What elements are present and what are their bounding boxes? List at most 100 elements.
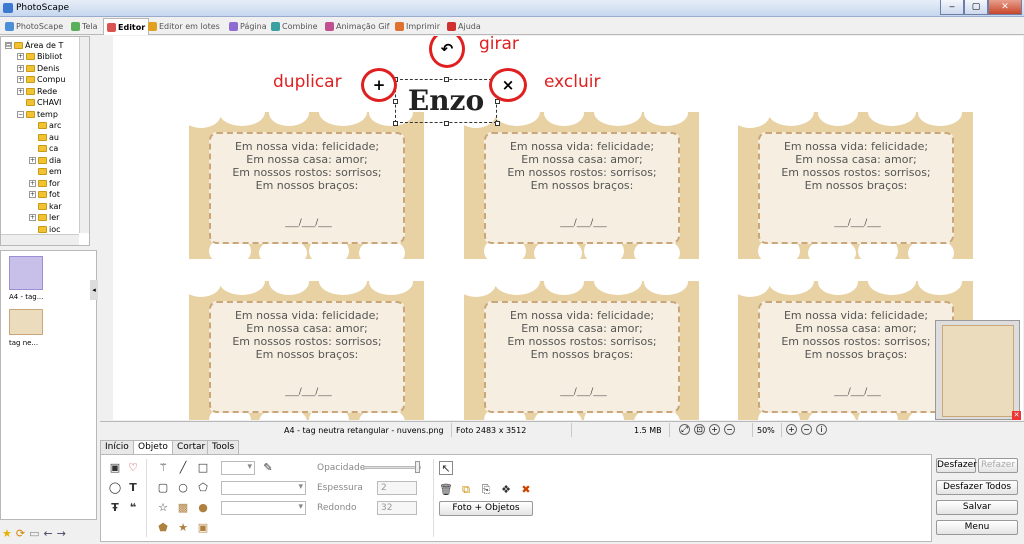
- filled-pentagon-icon[interactable]: ⬟: [156, 521, 170, 535]
- tab-inicio[interactable]: Início: [100, 440, 134, 454]
- redo-button[interactable]: Refazer: [978, 458, 1018, 473]
- navigator-close-icon[interactable]: ✕: [1012, 411, 1021, 420]
- tree-node[interactable]: + ler: [29, 212, 59, 224]
- thumbnail-2[interactable]: [9, 309, 43, 335]
- thumbnail-1[interactable]: [9, 256, 43, 290]
- folder-refresh-icon[interactable]: ⟳: [16, 527, 25, 540]
- expand-toggle-icon[interactable]: +: [17, 76, 24, 83]
- tree-node[interactable]: em: [29, 166, 62, 178]
- remove-all-icon[interactable]: ✖: [519, 483, 533, 497]
- star-icon[interactable]: ★: [2, 527, 12, 540]
- resize-handle[interactable]: [393, 99, 398, 104]
- zoom-out-button-icon[interactable]: −: [801, 424, 812, 435]
- duplicate-icon[interactable]: +: [364, 71, 394, 99]
- bring-front-icon[interactable]: ⧉: [459, 483, 473, 497]
- expand-toggle-icon[interactable]: +: [17, 64, 24, 72]
- minimize-button[interactable]: ‒: [940, 0, 964, 15]
- tab-tela[interactable]: Tela: [68, 18, 101, 35]
- resize-handle[interactable]: [444, 77, 449, 82]
- rotate-icon-highlight[interactable]: ↶: [429, 36, 465, 68]
- tree-node[interactable]: ⊟ Área de T: [5, 39, 63, 51]
- delete-object-icon[interactable]: 🗑: [439, 483, 453, 497]
- tab-p-gina[interactable]: Página: [226, 18, 270, 35]
- tree-node[interactable]: ioc: [29, 223, 61, 235]
- opacity-slider[interactable]: [363, 466, 421, 469]
- folder-open-icon[interactable]: ▭: [29, 527, 39, 540]
- duplicate-object-icon[interactable]: ⎘: [479, 483, 493, 497]
- tab-objeto[interactable]: Objeto: [133, 440, 173, 454]
- zoom-out-icon[interactable]: −: [724, 424, 735, 435]
- tree-vertical-scrollbar[interactable]: [79, 37, 89, 233]
- quote-icon[interactable]: ❝: [126, 501, 140, 515]
- line-style-dropdown[interactable]: [221, 501, 306, 515]
- line-icon[interactable]: ╱: [176, 461, 190, 475]
- expand-toggle-icon[interactable]: +: [29, 191, 36, 198]
- name-text[interactable]: Enzo: [396, 84, 496, 117]
- photo-object-icon[interactable]: ▣: [108, 461, 122, 475]
- select-arrow-icon[interactable]: ↖: [439, 461, 453, 475]
- tree-node[interactable]: + dia: [29, 154, 61, 166]
- delete-icon[interactable]: ×: [492, 71, 524, 99]
- tree-node[interactable]: + fot: [29, 189, 60, 201]
- navigator-thumbnail[interactable]: [935, 320, 1020, 420]
- rounded-rect-icon[interactable]: ▢: [156, 481, 170, 495]
- group-object-icon[interactable]: ❖: [499, 483, 513, 497]
- tab-cortar[interactable]: Cortar: [172, 440, 211, 454]
- zoom-in-icon[interactable]: +: [709, 424, 720, 435]
- tab-imprimir[interactable]: Imprimir: [392, 18, 443, 35]
- expand-toggle-icon[interactable]: +: [17, 87, 24, 95]
- delete-icon-highlight[interactable]: ×: [489, 68, 527, 102]
- rectangle-icon[interactable]: □: [196, 461, 210, 475]
- expand-toggle-icon[interactable]: +: [29, 156, 36, 164]
- maximize-button[interactable]: ▢: [964, 0, 988, 15]
- magic-wand-icon[interactable]: ⚚: [156, 461, 170, 475]
- close-button[interactable]: ✕: [988, 0, 1022, 15]
- tab-anima-o-gif[interactable]: Animação Gif: [322, 18, 392, 35]
- editor-canvas[interactable]: Em nossa vida: felicidade; Em nossa casa:…: [113, 36, 1023, 420]
- text-style-icon[interactable]: Ŧ: [108, 501, 122, 515]
- resize-handle[interactable]: [393, 121, 398, 126]
- expand-toggle-icon[interactable]: −: [17, 110, 24, 118]
- tab-editor[interactable]: Editor: [103, 18, 150, 35]
- save-button[interactable]: Salvar: [936, 500, 1018, 515]
- tree-node[interactable]: + for: [29, 177, 60, 189]
- folder-tree[interactable]: ⊟ Área de T + Bibliot + Denis + Compu + Rede CHAVI…: [0, 36, 90, 246]
- expand-toggle-icon[interactable]: +: [29, 179, 36, 187]
- zoom-actual-icon[interactable]: ⊡: [694, 424, 705, 435]
- tree-horizontal-scrollbar[interactable]: [1, 234, 79, 245]
- opacity-slider-thumb[interactable]: [415, 461, 420, 473]
- tree-node[interactable]: + Denis: [17, 62, 60, 74]
- tab-tools[interactable]: Tools: [207, 440, 240, 454]
- tab-editor-em-lotes[interactable]: Editor em lotes: [145, 18, 223, 35]
- tree-node[interactable]: ca: [29, 143, 58, 155]
- menu-button[interactable]: Menu: [936, 520, 1018, 535]
- thickness-spinner[interactable]: 2: [377, 481, 417, 495]
- style-dropdown[interactable]: [221, 481, 306, 495]
- info-icon[interactable]: i: [816, 424, 827, 435]
- back-arrow-icon[interactable]: ←: [44, 527, 53, 540]
- tab-combine[interactable]: Combine: [268, 18, 321, 35]
- star-shape-icon[interactable]: ☆: [156, 501, 170, 515]
- filled-rect-icon[interactable]: ▩: [176, 501, 190, 515]
- photo-objects-button[interactable]: Foto + Objetos: [439, 501, 533, 516]
- tree-node[interactable]: arc: [29, 120, 61, 132]
- text-icon[interactable]: T: [126, 481, 140, 495]
- pentagon-icon[interactable]: ⬠: [196, 481, 210, 495]
- icon-object-icon[interactable]: ♡: [126, 461, 140, 475]
- tree-node[interactable]: + Rede: [17, 85, 57, 97]
- rotate-icon[interactable]: ↶: [432, 36, 462, 65]
- tree-node[interactable]: au: [29, 131, 59, 143]
- tree-node[interactable]: kar: [29, 200, 62, 212]
- forward-arrow-icon[interactable]: →: [57, 527, 66, 540]
- resize-handle[interactable]: [495, 121, 500, 126]
- expand-toggle-icon[interactable]: +: [29, 214, 36, 221]
- zoom-in-button-icon[interactable]: +: [786, 424, 797, 435]
- filled-rounded-icon[interactable]: ▣: [196, 521, 210, 535]
- color-picker-dropdown[interactable]: [221, 461, 255, 475]
- speech-balloon-icon[interactable]: ◯: [108, 481, 122, 495]
- selected-text-object[interactable]: Enzo: [393, 77, 500, 126]
- duplicate-icon-highlight[interactable]: +: [361, 68, 397, 102]
- panel-collapse-handle[interactable]: ◂: [90, 280, 98, 300]
- tree-node[interactable]: + Bibliot: [17, 51, 62, 63]
- tree-node[interactable]: CHAVI: [17, 97, 61, 109]
